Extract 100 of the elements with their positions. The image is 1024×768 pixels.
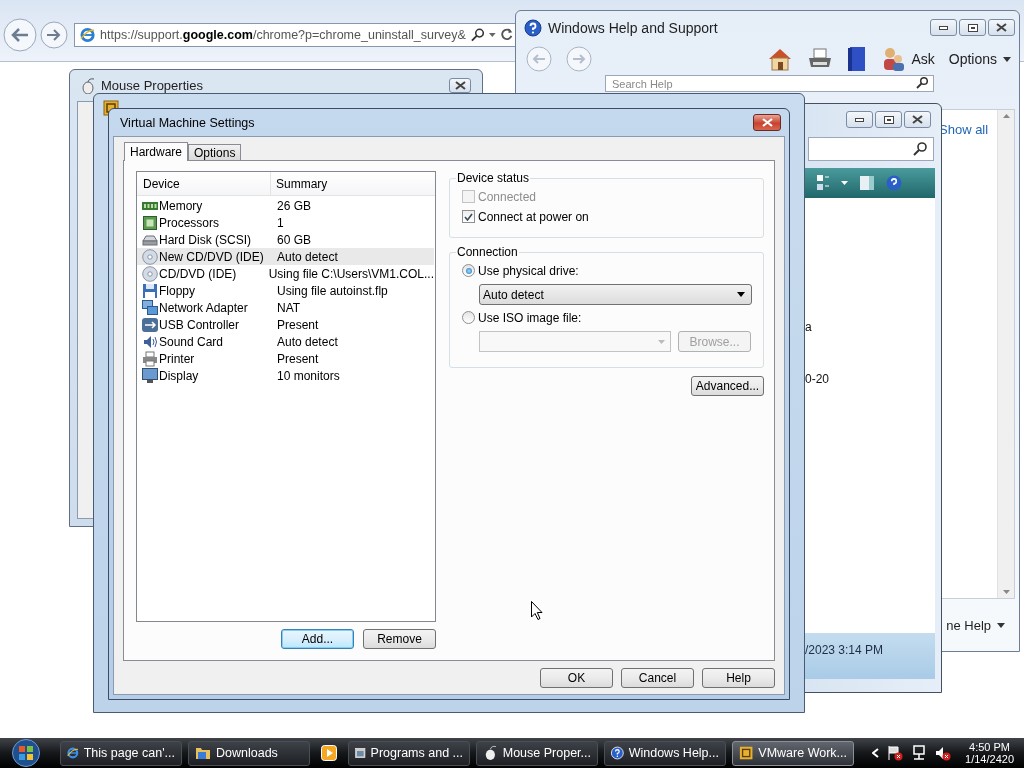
taskbar-button[interactable]: Windows Help... — [604, 740, 726, 766]
help-icon — [611, 745, 624, 761]
refresh-icon[interactable] — [500, 28, 513, 41]
list-text: 0-20 — [805, 372, 831, 386]
window-icon — [355, 745, 366, 761]
chip-icon — [142, 214, 158, 231]
list-button[interactable]: Remove — [363, 629, 436, 649]
taskbar-button[interactable]: Mouse Proper... — [476, 740, 598, 766]
search-icon[interactable] — [470, 27, 485, 42]
ask-button[interactable]: Ask — [881, 46, 935, 72]
device-row[interactable]: New CD/DVD (IDE) Auto detect — [137, 248, 434, 265]
dialog-button[interactable]: OK — [540, 668, 613, 688]
radio-button[interactable] — [462, 264, 475, 277]
search-field[interactable]: Search Help — [605, 75, 934, 92]
device-row[interactable]: Sound Card Auto detect — [137, 333, 434, 350]
dialog-button[interactable]: Help — [702, 668, 775, 688]
disc-icon — [142, 248, 158, 265]
device-row[interactable]: Printer Present — [137, 350, 434, 367]
search-field[interactable] — [808, 137, 934, 161]
caret-icon[interactable] — [489, 32, 496, 37]
taskbar-button[interactable]: VMware Work... — [732, 740, 854, 766]
radio-button[interactable] — [462, 311, 475, 324]
help-icon[interactable] — [886, 175, 902, 191]
device-name: Processors — [158, 215, 221, 230]
device-name: Memory — [158, 198, 204, 213]
drive-dropdown[interactable]: Auto detect — [479, 284, 752, 305]
media-icon — [321, 745, 337, 761]
minimize-icon — [939, 25, 948, 30]
monitor-icon — [142, 367, 158, 384]
date-text: /2023 3:14 PM — [805, 643, 884, 657]
view-icon[interactable] — [817, 175, 829, 191]
floppy-icon — [142, 282, 158, 299]
checkbox[interactable] — [462, 210, 475, 223]
flag-icon[interactable] — [887, 745, 904, 761]
scroll-down-icon[interactable] — [1002, 590, 1010, 594]
device-name: Printer — [158, 351, 196, 366]
browser-icon — [67, 745, 79, 761]
column-header: Device — [137, 172, 271, 195]
minimize-button[interactable] — [846, 111, 873, 128]
list-button[interactable]: Add... — [281, 629, 354, 649]
check-icon — [464, 212, 473, 221]
disc-icon — [142, 265, 158, 282]
taskbar-button[interactable]: Downloads — [188, 740, 310, 766]
caret-icon[interactable] — [841, 181, 848, 185]
maximize-icon — [967, 23, 978, 32]
close-button[interactable] — [449, 78, 471, 93]
radio-label: Use physical drive: — [478, 263, 579, 278]
printer-icon[interactable] — [807, 48, 834, 70]
device-name: USB Controller — [158, 317, 241, 332]
close-icon — [912, 115, 923, 124]
close-button[interactable] — [753, 114, 781, 131]
maximize-button[interactable] — [959, 19, 986, 36]
minimize-icon — [855, 117, 864, 122]
window-title: Mouse Properties — [101, 78, 204, 93]
back-icon[interactable] — [3, 17, 37, 52]
device-name: Sound Card — [158, 334, 225, 349]
help-icon — [524, 18, 542, 37]
minimize-button[interactable] — [930, 19, 957, 36]
search-icon — [916, 77, 928, 89]
device-row[interactable]: USB Controller Present — [137, 316, 434, 333]
device-row[interactable]: Memory 26 GB — [137, 197, 434, 214]
tab[interactable]: Options — [188, 144, 242, 160]
taskbar-button[interactable]: Programs and ... — [348, 740, 470, 766]
close-icon — [761, 118, 773, 127]
network-icon[interactable] — [911, 745, 928, 761]
window-title: Windows Help and Support — [548, 19, 719, 36]
book-icon[interactable] — [847, 46, 868, 72]
clock[interactable]: 4:50 PM 1/14/2420 — [965, 741, 1014, 765]
close-icon — [996, 23, 1007, 32]
computers-icon — [142, 299, 158, 316]
device-row[interactable]: Floppy Using file autoinst.flp — [137, 282, 434, 299]
help-menu[interactable]: ne Help — [946, 617, 1005, 633]
device-summary: Using file C:\Users\VM1.COL... — [268, 266, 434, 281]
people-icon — [881, 46, 906, 72]
advanced-button[interactable]: Advanced... — [691, 376, 764, 396]
device-name: Hard Disk (SCSI) — [158, 232, 252, 247]
device-name: Display — [158, 368, 200, 383]
close-button[interactable] — [988, 19, 1015, 36]
device-row[interactable]: Processors 1 — [137, 214, 434, 231]
device-row[interactable]: Display 10 monitors — [137, 367, 434, 384]
time-text: 4:50 PM — [969, 741, 1010, 753]
options-menu[interactable]: Options — [948, 51, 1011, 67]
device-row[interactable]: CD/DVD (IDE) Using file C:\Users\VM1.COL... — [137, 265, 434, 282]
taskbar-button[interactable]: This page can'... — [60, 740, 182, 766]
caret-icon — [997, 622, 1005, 628]
maximize-button[interactable] — [875, 111, 902, 128]
scroll-up-icon[interactable] — [1002, 114, 1010, 118]
dialog-button[interactable]: Cancel — [621, 668, 694, 688]
printer-icon — [142, 350, 158, 367]
device-summary: 1 — [277, 215, 284, 230]
device-row[interactable]: Network Adapter NAT — [137, 299, 434, 316]
mouse-icon — [483, 745, 498, 761]
forward-icon[interactable] — [40, 20, 68, 49]
close-button[interactable] — [904, 111, 931, 128]
device-summary: Using file autoinst.flp — [277, 283, 388, 298]
chevron-icon[interactable] — [872, 748, 880, 758]
tab[interactable]: Hardware — [124, 142, 189, 161]
checkbox-label: Connect at power on — [478, 209, 589, 224]
device-row[interactable]: Hard Disk (SCSI) 60 GB — [137, 231, 434, 248]
speaker-muted-icon[interactable] — [935, 745, 952, 761]
